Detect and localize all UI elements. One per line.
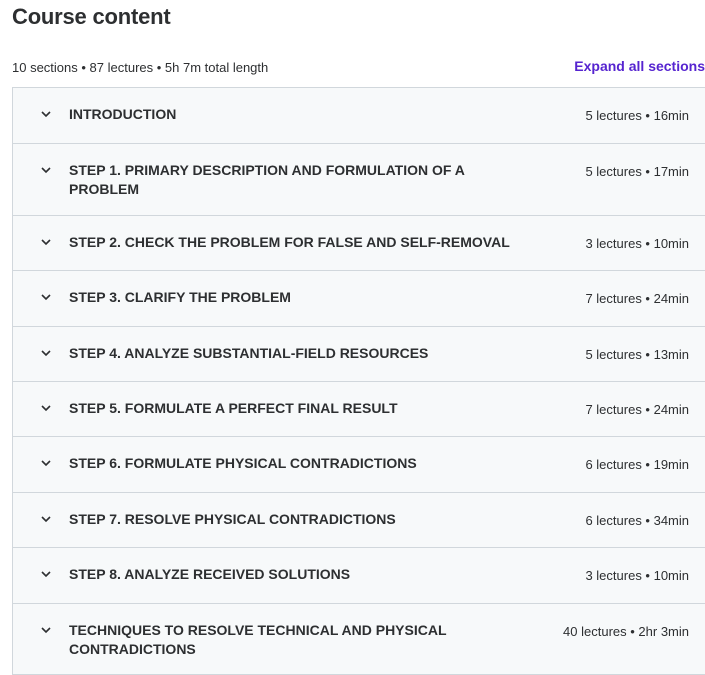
section-row[interactable]: TECHNIQUES TO RESOLVE TECHNICAL AND PHYS… (13, 604, 705, 675)
course-content-panel: Course content 10 sections • 87 lectures… (0, 0, 705, 675)
section-title: STEP 3. CLARIFY THE PROBLEM (69, 289, 291, 305)
section-title: STEP 8. ANALYZE RECEIVED SOLUTIONS (69, 566, 351, 582)
section-title: STEP 6. FORMULATE PHYSICAL CONTRADICTION… (69, 455, 417, 471)
section-meta: 5 lectures • 13min (585, 347, 689, 362)
section-meta: 7 lectures • 24min (585, 402, 689, 417)
chevron-down-icon (40, 347, 52, 359)
course-summary-row: 10 sections • 87 lectures • 5h 7m total … (12, 57, 705, 79)
expand-all-sections-button[interactable]: Expand all sections (574, 58, 705, 74)
section-row[interactable]: STEP 5. FORMULATE A PERFECT FINAL RESULT… (13, 382, 705, 437)
section-title: STEP 7. RESOLVE PHYSICAL CONTRADICTIONS (69, 511, 396, 527)
chevron-down-icon (40, 108, 52, 120)
section-meta: 7 lectures • 24min (585, 291, 689, 306)
chevron-down-icon (40, 236, 52, 248)
section-row[interactable]: STEP 8. ANALYZE RECEIVED SOLUTIONS 3 lec… (13, 548, 705, 604)
section-row[interactable]: STEP 1. PRIMARY DESCRIPTION AND FORMULAT… (13, 144, 705, 216)
chevron-down-icon (40, 624, 52, 636)
section-title: STEP 2. CHECK THE PROBLEM FOR FALSE AND … (69, 234, 510, 250)
section-row[interactable]: INTRODUCTION 5 lectures • 16min (13, 88, 705, 144)
chevron-down-icon (40, 164, 52, 176)
section-row[interactable]: STEP 6. FORMULATE PHYSICAL CONTRADICTION… (13, 437, 705, 493)
course-summary: 10 sections • 87 lectures • 5h 7m total … (12, 60, 269, 75)
section-meta: 5 lectures • 17min (585, 164, 689, 179)
chevron-down-icon (40, 513, 52, 525)
section-title: TECHNIQUES TO RESOLVE TECHNICAL AND PHYS… (69, 622, 447, 657)
section-row[interactable]: STEP 2. CHECK THE PROBLEM FOR FALSE AND … (13, 216, 705, 271)
section-title: STEP 5. FORMULATE A PERFECT FINAL RESULT (69, 400, 398, 416)
section-title: STEP 1. PRIMARY DESCRIPTION AND FORMULAT… (69, 162, 465, 197)
section-meta: 3 lectures • 10min (585, 236, 689, 251)
section-meta: 6 lectures • 19min (585, 457, 689, 472)
chevron-down-icon (40, 457, 52, 469)
section-row[interactable]: STEP 7. RESOLVE PHYSICAL CONTRADICTIONS … (13, 493, 705, 548)
section-meta: 5 lectures • 16min (585, 108, 689, 123)
chevron-down-icon (40, 402, 52, 414)
page-title: Course content (12, 4, 171, 29)
section-list: INTRODUCTION 5 lectures • 16min STEP 1. … (12, 87, 705, 675)
section-row[interactable]: STEP 4. ANALYZE SUBSTANTIAL-FIELD RESOUR… (13, 327, 705, 382)
section-meta: 3 lectures • 10min (585, 568, 689, 583)
chevron-down-icon (40, 291, 52, 303)
section-title: STEP 4. ANALYZE SUBSTANTIAL-FIELD RESOUR… (69, 345, 429, 361)
chevron-down-icon (40, 568, 52, 580)
section-title: INTRODUCTION (69, 106, 177, 122)
section-meta: 6 lectures • 34min (585, 513, 689, 528)
section-row[interactable]: STEP 3. CLARIFY THE PROBLEM 7 lectures •… (13, 271, 705, 327)
section-meta: 40 lectures • 2hr 3min (563, 624, 689, 639)
